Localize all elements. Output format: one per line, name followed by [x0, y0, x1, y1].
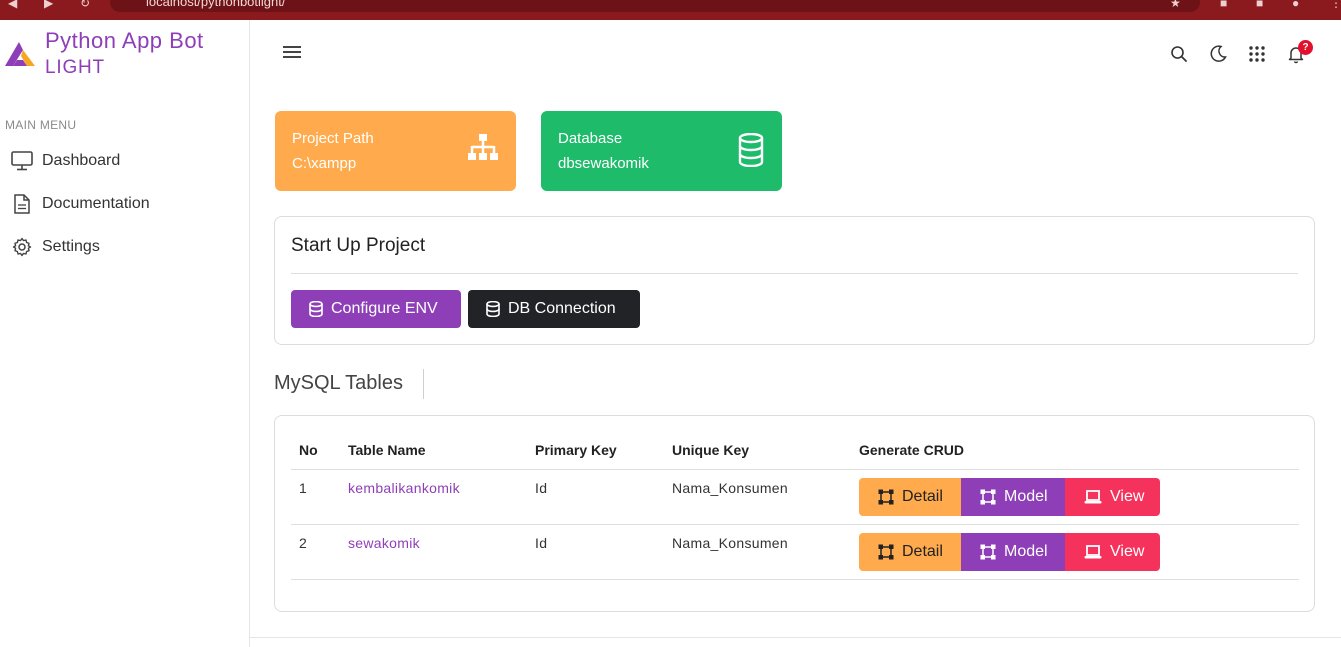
- moon-icon[interactable]: [1208, 44, 1228, 64]
- sidebar: Python App Bot LIGHT MAIN MENU Dashboard…: [0, 20, 250, 647]
- vector-square-icon: [878, 489, 894, 505]
- database-icon: [309, 301, 323, 317]
- row-number: 1: [299, 480, 308, 496]
- forward-icon[interactable]: ▶: [44, 0, 53, 9]
- monitor-icon: [10, 150, 34, 172]
- bookmark-star-icon[interactable]: ★: [1170, 0, 1181, 9]
- section-title: MySQL Tables: [274, 372, 403, 394]
- startup-title: Start Up Project: [291, 235, 426, 256]
- database-value: dbsewakomik: [558, 155, 649, 172]
- table-name-link[interactable]: kembalikankomik: [348, 480, 460, 496]
- vector-square-icon: [980, 544, 996, 560]
- sidebar-item-label: Documentation: [42, 195, 150, 212]
- reload-icon[interactable]: ↻: [80, 0, 90, 9]
- database-icon: [486, 301, 500, 317]
- sitemap-icon: [468, 134, 498, 160]
- brand-title: Python App Bot: [45, 28, 204, 53]
- column-header-table-name: Table Name: [348, 442, 426, 458]
- unique-key-value: Nama_Konsumen: [672, 480, 788, 496]
- sidebar-item-dashboard[interactable]: Dashboard: [10, 148, 120, 174]
- database-icon: [738, 133, 764, 167]
- divider: [291, 273, 1298, 274]
- startup-panel: Start Up Project Configure ENV DB Connec…: [274, 216, 1315, 345]
- footer-divider: [250, 637, 1341, 638]
- divider: [291, 524, 1299, 525]
- row-number: 2: [299, 535, 308, 551]
- brand-subtitle: LIGHT: [45, 57, 105, 78]
- detail-button[interactable]: Detail: [859, 478, 961, 516]
- notification-badge: ?: [1298, 40, 1313, 55]
- back-icon[interactable]: ◀: [8, 0, 17, 9]
- primary-key-value: Id: [535, 535, 548, 551]
- sidebar-item-label: Settings: [42, 238, 100, 255]
- project-path-label: Project Path: [292, 130, 374, 147]
- apps-grid-icon[interactable]: [1247, 44, 1267, 64]
- column-header-primary-key: Primary Key: [535, 442, 617, 458]
- brand-logo-icon: [5, 42, 35, 66]
- sidebar-item-documentation[interactable]: Documentation: [10, 191, 150, 217]
- configure-env-button[interactable]: Configure ENV: [291, 290, 461, 328]
- document-icon: [10, 193, 34, 215]
- browser-menu-icon[interactable]: ⋮: [1330, 0, 1341, 9]
- divider: [423, 369, 424, 399]
- address-bar[interactable]: localhost/pythonbotlight/: [110, 0, 1200, 12]
- vector-square-icon: [878, 544, 894, 560]
- view-button[interactable]: View: [1065, 478, 1160, 516]
- search-icon[interactable]: [1169, 44, 1189, 64]
- model-button[interactable]: Model: [961, 533, 1065, 571]
- database-label: Database: [558, 130, 623, 147]
- column-header-unique-key: Unique Key: [672, 442, 750, 458]
- laptop-icon: [1084, 545, 1102, 559]
- divider: [291, 579, 1299, 580]
- database-card: Database dbsewakomik: [541, 111, 782, 191]
- unique-key-value: Nama_Konsumen: [672, 535, 788, 551]
- vector-square-icon: [980, 489, 996, 505]
- extension-icon[interactable]: ■: [1256, 0, 1263, 9]
- db-connection-button[interactable]: DB Connection: [468, 290, 640, 328]
- model-button[interactable]: Model: [961, 478, 1065, 516]
- column-header-no: No: [299, 442, 318, 458]
- detail-button[interactable]: Detail: [859, 533, 961, 571]
- divider: [291, 469, 1299, 470]
- gear-icon: [10, 236, 34, 258]
- sidebar-item-settings[interactable]: Settings: [10, 234, 100, 260]
- browser-toolbar: ◀ ▶ ↻ localhost/pythonbotlight/ ★ ■ ■ ● …: [0, 0, 1341, 20]
- extension-icon[interactable]: ■: [1220, 0, 1227, 9]
- table-name-link[interactable]: sewakomik: [348, 535, 420, 551]
- sidebar-item-label: Dashboard: [42, 152, 121, 169]
- profile-avatar-icon[interactable]: ●: [1292, 0, 1299, 9]
- project-path-card: Project Path C:\xampp: [275, 111, 516, 191]
- project-path-value: C:\xampp: [292, 155, 357, 172]
- view-button[interactable]: View: [1065, 533, 1160, 571]
- menu-toggle-icon[interactable]: [283, 46, 301, 60]
- column-header-generate-crud: Generate CRUD: [859, 442, 965, 458]
- primary-key-value: Id: [535, 480, 548, 496]
- main-menu-heading: MAIN MENU: [5, 118, 77, 132]
- laptop-icon: [1084, 490, 1102, 504]
